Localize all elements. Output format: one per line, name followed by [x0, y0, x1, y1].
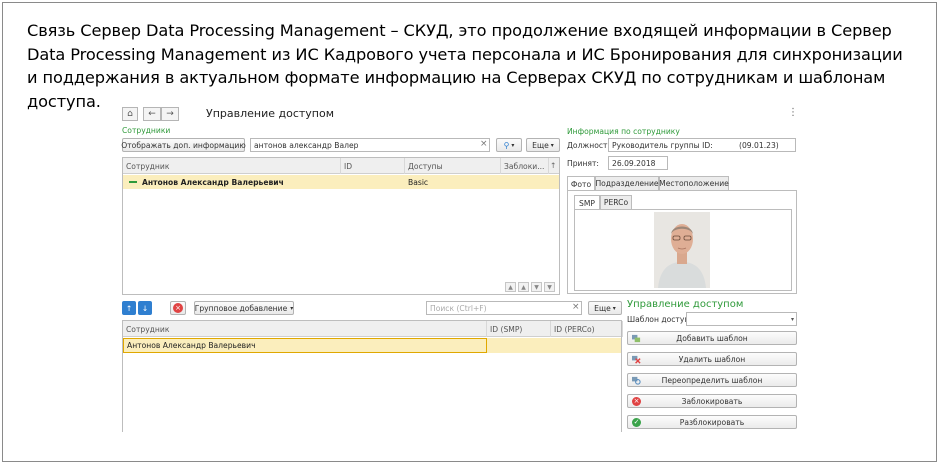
chevron-down-icon: ▾ — [790, 315, 794, 323]
row-status-icon — [129, 181, 137, 183]
search-button[interactable]: ⚲ ▾ — [496, 138, 522, 152]
scroll-top-icon[interactable]: ▲ — [505, 282, 516, 292]
arrow-down-icon: ↓ — [141, 303, 149, 313]
position-field: Руководитель группы ID: (09.01.23) — [608, 138, 796, 152]
unblock-icon: ✓ — [632, 418, 641, 427]
move-down-button[interactable]: ↓ — [138, 301, 152, 315]
position-code: (09.01.23) — [739, 140, 779, 150]
back-button[interactable]: ← — [143, 107, 161, 121]
intro-text: Связь Сервер Data Processing Management … — [27, 21, 903, 111]
add-template-icon — [632, 334, 641, 343]
employees-table-header: Сотрудник ID Доступы Заблоки... ↑ — [123, 158, 559, 174]
redefine-template-button[interactable]: Переопределить шаблон — [627, 373, 797, 387]
hired-label: Принят: — [567, 159, 599, 168]
group-more-button[interactable]: Еще ▾ — [588, 301, 622, 315]
col-perco[interactable]: ID (PERCo) — [551, 321, 623, 337]
delete-template-button[interactable]: Удалить шаблон — [627, 352, 797, 366]
scroll-down-icon[interactable]: ▼ — [531, 282, 542, 292]
add-template-button[interactable]: Добавить шаблон — [627, 331, 797, 345]
home-icon[interactable]: ⌂ — [122, 107, 138, 121]
subtab-perco[interactable]: PERCo — [600, 195, 632, 209]
chevron-down-icon: ▾ — [550, 141, 554, 149]
tab-department[interactable]: Подразделение — [595, 176, 659, 190]
group-table: Сотрудник ID (SMP) ID (PERCo) Антонов Ал… — [122, 320, 623, 432]
arrow-up-icon: ↑ — [125, 303, 133, 313]
delete-template-icon — [632, 355, 641, 364]
row-group-employee: Антонов Александр Валерьевич — [123, 338, 487, 353]
forward-button[interactable]: → — [161, 107, 179, 121]
block-label: Заблокировать — [681, 396, 743, 406]
col-group-employee[interactable]: Сотрудник — [123, 321, 487, 337]
info-section-label: Информация по сотруднику — [567, 127, 680, 136]
employee-photo — [654, 212, 710, 288]
group-more-label: Еще — [594, 303, 611, 313]
block-icon: × — [632, 397, 641, 406]
block-button[interactable]: × Заблокировать — [627, 394, 797, 408]
group-table-header: Сотрудник ID (SMP) ID (PERCo) — [123, 321, 623, 337]
tab-location[interactable]: Местоположение — [659, 176, 729, 190]
employees-more-label: Еще — [532, 140, 549, 150]
sort-arrow-icon[interactable]: ↑ — [550, 161, 556, 170]
chevron-down-icon: ▾ — [290, 304, 294, 312]
move-up-button[interactable]: ↑ — [122, 301, 136, 315]
subtab-smp[interactable]: SMP — [574, 195, 600, 210]
row-employee-name: Антонов Александр Валерьевич — [142, 177, 284, 187]
position-value: Руководитель группы ID: — [612, 140, 713, 150]
delete-template-label: Удалить шаблон — [678, 354, 746, 364]
employees-section-label: Сотрудники — [122, 126, 171, 135]
photo-frame — [574, 209, 792, 291]
chevron-down-icon: ▾ — [511, 141, 515, 149]
row-employee-id — [341, 175, 344, 189]
search-icon: ⚲ — [503, 140, 510, 150]
chevron-down-icon: ▾ — [612, 304, 616, 312]
employee-search-input[interactable]: антонов александр Валер — [250, 138, 490, 152]
group-search-placeholder: Поиск (Ctrl+F) — [430, 303, 487, 313]
scroll-up-icon[interactable]: ▲ — [518, 282, 529, 292]
hired-value: 26.09.2018 — [612, 158, 656, 168]
row-employee-access: Basic — [408, 177, 429, 187]
table-row[interactable]: Антонов Александр Валерьевич — [123, 338, 621, 353]
redefine-template-label: Переопределить шаблон — [661, 375, 763, 385]
access-management-window: ⌂ ← → Управление доступом ⋮ Сотрудники О… — [118, 102, 808, 432]
col-blocked[interactable]: Заблоки... — [501, 158, 549, 174]
access-title: Управление доступом — [627, 299, 744, 310]
table-row[interactable]: Антонов Александр Валерьевич Basic — [123, 175, 559, 189]
tab-photo[interactable]: Фото — [567, 176, 595, 191]
group-add-button[interactable]: Групповое добавление ▾ — [194, 301, 294, 315]
employee-search-value: антонов александр Валер — [254, 140, 359, 150]
group-add-label: Групповое добавление — [194, 303, 288, 313]
employees-table: Сотрудник ID Доступы Заблоки... ↑ Антоно… — [122, 157, 560, 295]
col-id[interactable]: ID — [341, 158, 405, 174]
photo-panel: SMP PERCo — [567, 190, 797, 294]
delete-icon: × — [173, 303, 183, 313]
col-employee[interactable]: Сотрудник — [123, 158, 341, 174]
show-info-button[interactable]: Отображать доп. информацию — [121, 138, 246, 152]
row-employee-blocked — [501, 175, 504, 189]
clear-group-search-icon[interactable]: × — [572, 302, 580, 312]
row-group-smp — [487, 338, 490, 353]
add-template-label: Добавить шаблон — [676, 333, 748, 343]
redefine-template-icon — [632, 376, 641, 385]
group-search-input[interactable]: Поиск (Ctrl+F) — [426, 301, 582, 315]
scroll-bottom-icon[interactable]: ▼ — [544, 282, 555, 292]
unblock-button[interactable]: ✓ Разблокировать — [627, 415, 797, 429]
window-title: Управление доступом — [206, 107, 335, 120]
delete-button[interactable]: × — [170, 301, 186, 315]
template-select[interactable]: ▾ — [686, 312, 797, 326]
more-menu-icon[interactable]: ⋮ — [788, 107, 798, 118]
col-access[interactable]: Доступы — [405, 158, 501, 174]
clear-search-icon[interactable]: × — [480, 139, 488, 149]
employees-more-button[interactable]: Еще ▾ — [526, 138, 560, 152]
col-smp[interactable]: ID (SMP) — [487, 321, 551, 337]
hired-field: 26.09.2018 — [608, 156, 668, 170]
row-group-perco — [551, 338, 554, 353]
unblock-label: Разблокировать — [679, 417, 745, 427]
